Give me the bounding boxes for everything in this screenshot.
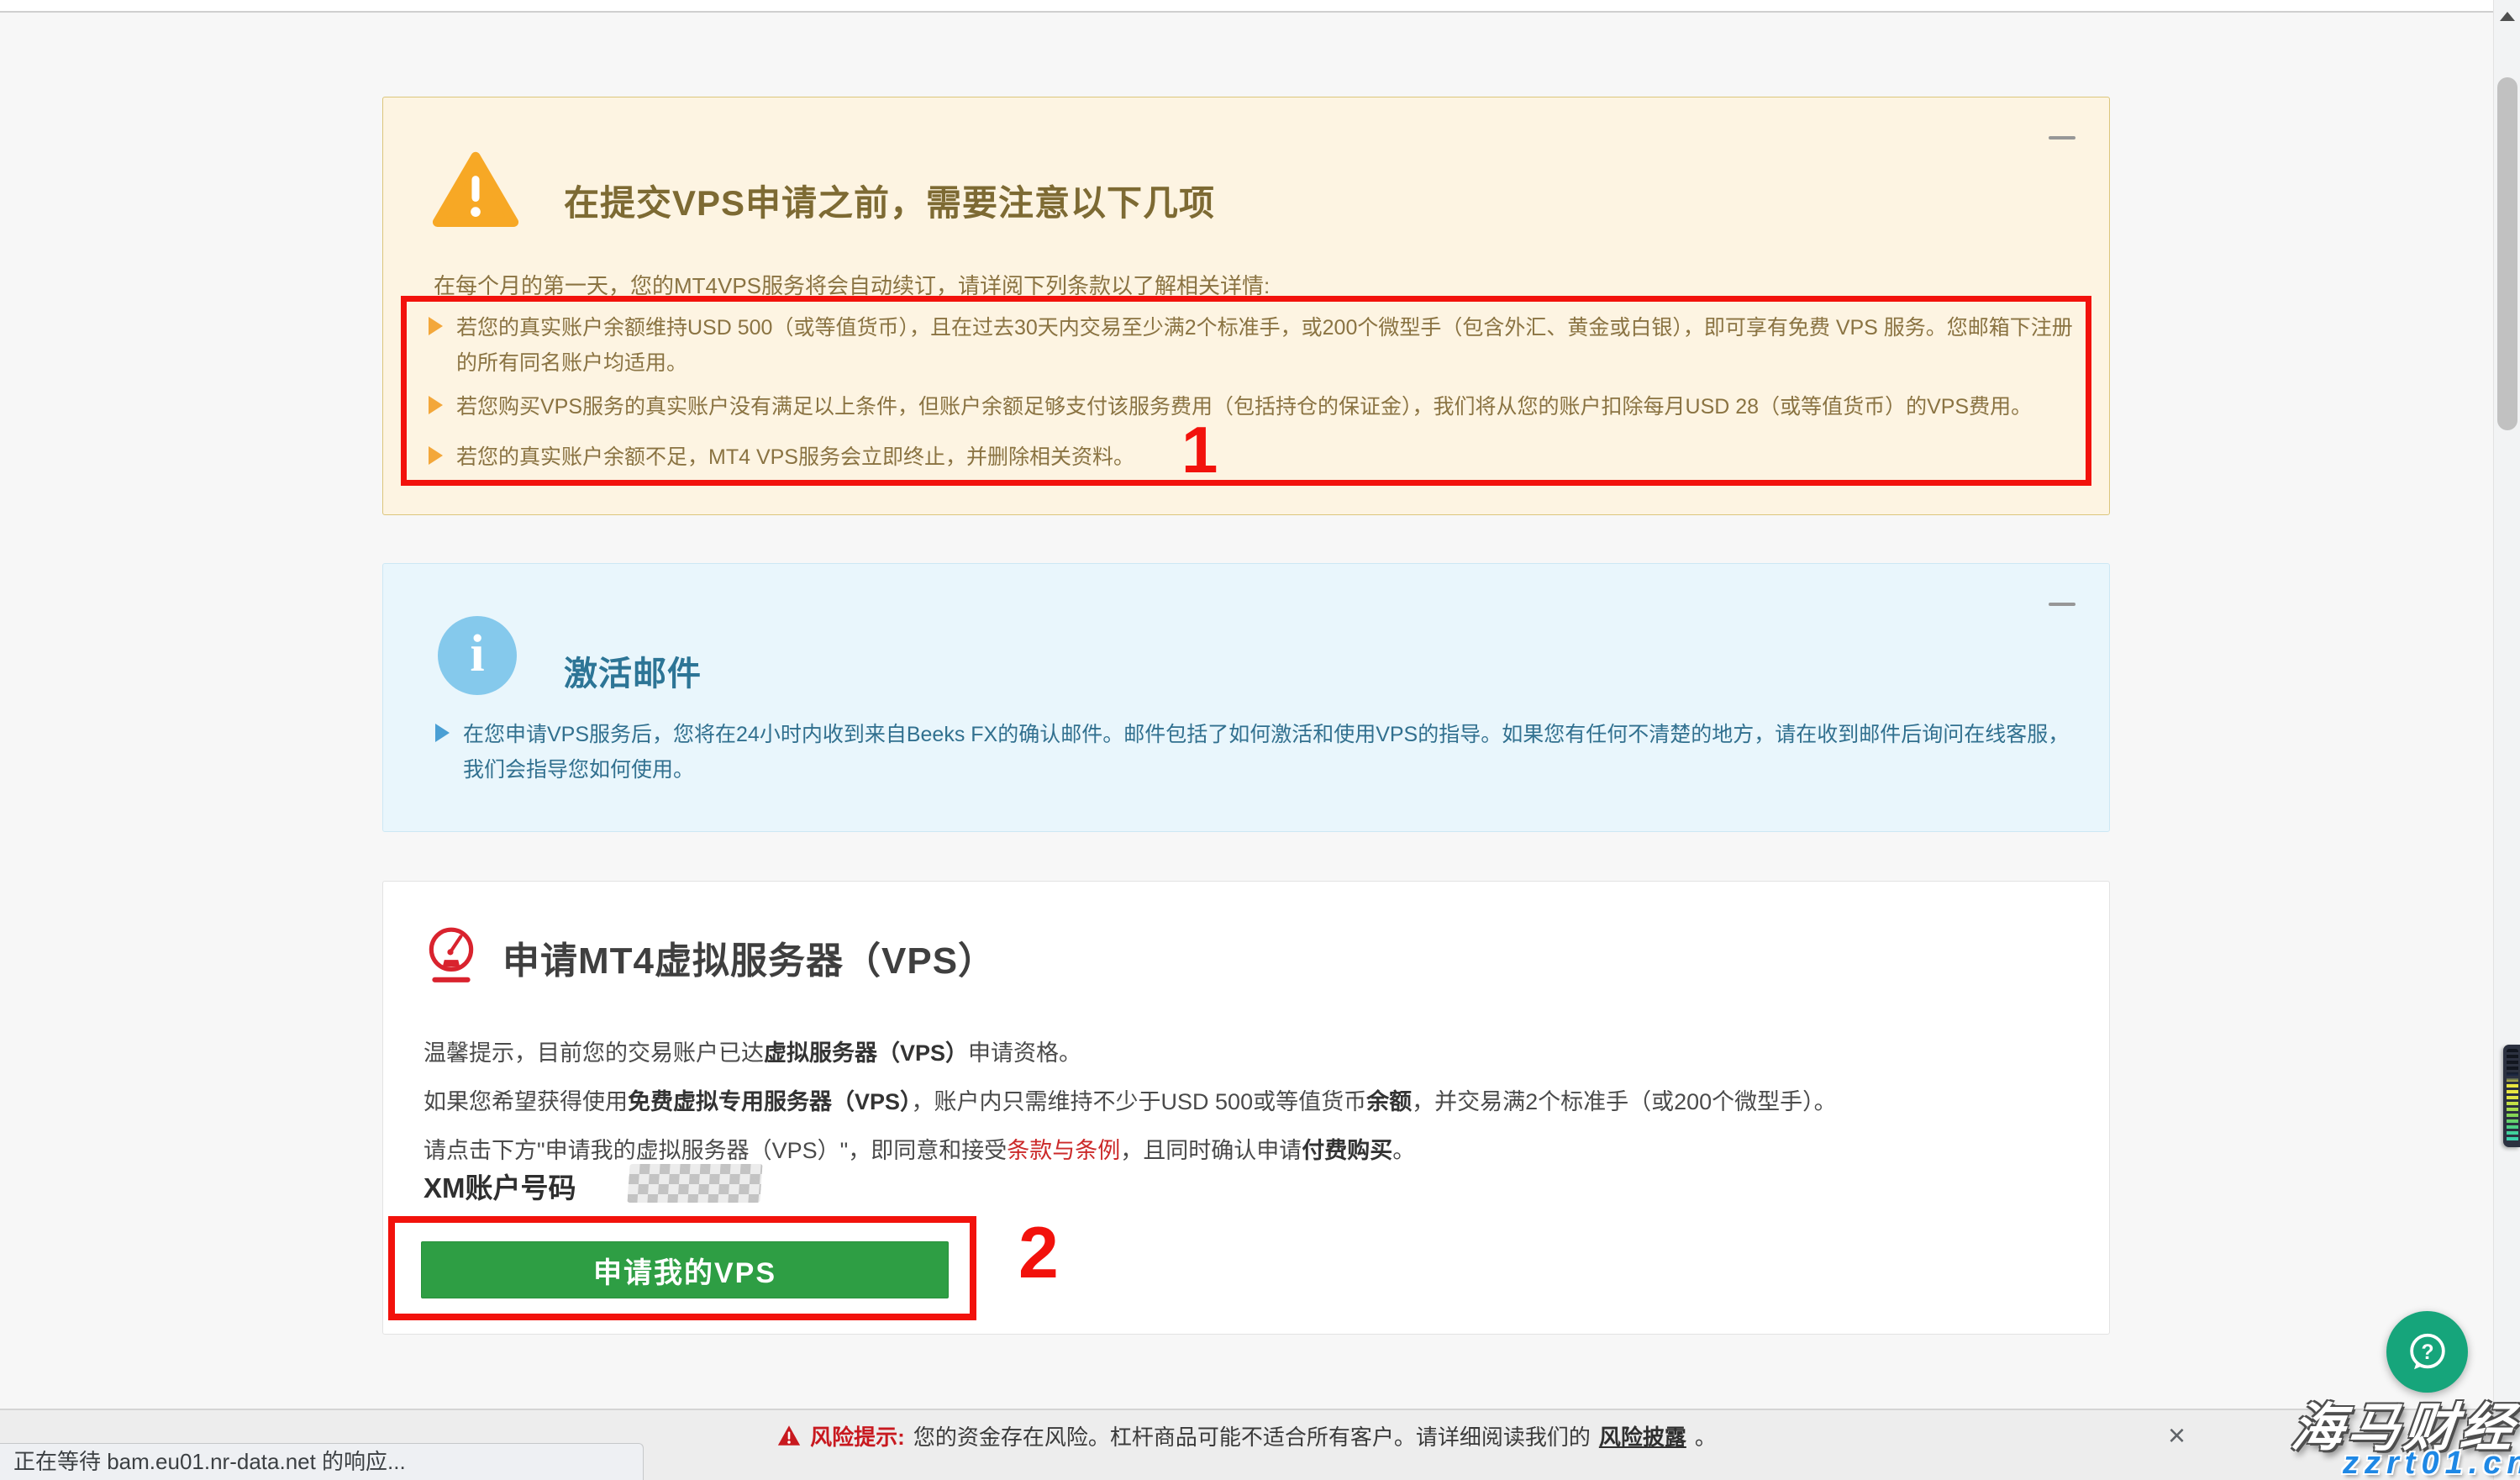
risk-text: 您的资金存在风险。杠杆商品可能不适合所有客户。请详细阅读我们的 xyxy=(913,1420,1591,1451)
list-item: 若您购买VPS服务的真实账户没有满足以上条件，但账户余额足够支付该服务费用（包括… xyxy=(429,389,2091,424)
question-bubble-icon: ? xyxy=(2403,1328,2452,1377)
text-segment: 温馨提示，目前您的交易账户已达 xyxy=(424,1040,764,1066)
apply-paragraph-3: 请点击下方"申请我的虚拟服务器（VPS）"，即同意和接受条款与条例，且同时确认申… xyxy=(424,1132,1415,1165)
annotation-number-2: 2 xyxy=(1018,1217,1059,1289)
warning-triangle-icon xyxy=(432,151,519,234)
activation-email-panel: i 激活邮件 在您申请VPS服务后，您将在24小时内收到来自Beeks FX的确… xyxy=(382,563,2110,832)
annotation-box-1: 若您的真实账户余额维持USD 500（或等值货币），且在过去30天内交易至少满2… xyxy=(401,296,2091,486)
browser-status-bar: 正在等待 bam.eu01.nr-data.net 的响应... xyxy=(0,1443,644,1480)
scrollbar-thumb[interactable] xyxy=(2497,77,2517,430)
apply-paragraph-2: 如果您希望获得使用免费虚拟专用服务器（VPS），账户内只需维持不少于USD 50… xyxy=(424,1083,1837,1116)
text-segment: 如果您希望获得使用 xyxy=(424,1089,628,1114)
text-segment: 。 xyxy=(1392,1138,1415,1163)
account-number-redacted xyxy=(627,1164,762,1203)
list-item: 若您的真实账户余额维持USD 500（或等值货币），且在过去30天内交易至少满2… xyxy=(429,310,2091,381)
color-stripes-icon xyxy=(2507,1049,2518,1143)
page: 在提交VPS申请之前，需要注意以下几项 在每个月的第一天，您的MT4VPS服务将… xyxy=(0,0,2520,1480)
text-segment: ，且同时确认申请 xyxy=(1120,1138,1302,1163)
apply-paragraph-1: 温馨提示，目前您的交易账户已达虚拟服务器（VPS）申请资格。 xyxy=(424,1035,1081,1067)
bullet-arrow-icon xyxy=(429,317,443,335)
account-number-row: XM账户号码 xyxy=(424,1166,576,1206)
browser-chrome-edge xyxy=(0,0,2493,13)
svg-text:?: ? xyxy=(2421,1340,2433,1363)
watermark-site-url: zzrt01.cn xyxy=(2343,1446,2520,1480)
text-segment: ，并交易满2个标准手（或200个微型手）。 xyxy=(1412,1089,1837,1114)
scrollbar[interactable] xyxy=(2493,0,2520,1480)
text-segment-bold: 虚拟服务器（VPS） xyxy=(764,1040,968,1066)
bullet-arrow-icon xyxy=(429,396,443,414)
info-icon: i xyxy=(438,616,517,695)
info-title: 激活邮件 xyxy=(564,646,702,695)
bullet-text: 若您的真实账户余额不足，MT4 VPS服务会立即终止，并删除相关资料。 xyxy=(456,440,2091,475)
bullet-arrow-icon xyxy=(429,446,443,465)
risk-label: 风险提示: xyxy=(810,1420,905,1451)
list-item: 若您的真实账户余额不足，MT4 VPS服务会立即终止，并删除相关资料。 xyxy=(429,440,2091,475)
gauge-icon xyxy=(424,925,479,990)
text-segment: 请点击下方"申请我的虚拟服务器（VPS）"，即同意和接受 xyxy=(424,1138,1007,1163)
text-segment-bold: 余额 xyxy=(1366,1089,1412,1114)
collapse-icon[interactable] xyxy=(2049,603,2075,606)
vps-notice-panel: 在提交VPS申请之前，需要注意以下几项 在每个月的第一天，您的MT4VPS服务将… xyxy=(382,97,2110,515)
risk-suffix: 。 xyxy=(1695,1420,1717,1451)
risk-triangle-icon xyxy=(776,1424,802,1447)
bullet-text: 若您的真实账户余额维持USD 500（或等值货币），且在过去30天内交易至少满2… xyxy=(456,310,2091,381)
apply-vps-panel: 申请MT4虚拟服务器（VPS） 温馨提示，目前您的交易账户已达虚拟服务器（VPS… xyxy=(382,881,2110,1335)
text-segment-bold: 付费购买 xyxy=(1302,1138,1392,1163)
text-segment: ，账户内只需维持不少于USD 500或等值货币 xyxy=(912,1089,1367,1114)
warning-title: 在提交VPS申请之前，需要注意以下几项 xyxy=(564,175,1215,226)
apply-vps-button[interactable]: 申请我的VPS xyxy=(421,1241,949,1298)
text-segment-bold: 免费虚拟专用服务器（VPS） xyxy=(628,1089,912,1114)
bullet-text: 若您购买VPS服务的真实账户没有满足以上条件，但账户余额足够支付该服务费用（包括… xyxy=(456,389,2091,424)
extension-side-widget[interactable] xyxy=(2503,1045,2520,1147)
bullet-arrow-icon xyxy=(435,724,450,742)
terms-link[interactable]: 条款与条例 xyxy=(1007,1138,1120,1163)
info-body: 在您申请VPS服务后，您将在24小时内收到来自Beeks FX的确认邮件。邮件包… xyxy=(463,717,2081,787)
help-button[interactable]: ? xyxy=(2386,1311,2468,1393)
account-number-label: XM账户号码 xyxy=(424,1172,576,1203)
list-item: 在您申请VPS服务后，您将在24小时内收到来自Beeks FX的确认邮件。邮件包… xyxy=(435,717,2081,787)
collapse-icon[interactable] xyxy=(2049,136,2075,140)
annotation-number-1: 1 xyxy=(1181,417,1218,482)
close-icon[interactable]: × xyxy=(2168,1420,2186,1451)
apply-title: 申请MT4虚拟服务器（VPS） xyxy=(502,930,996,984)
scrollbar-up-icon[interactable] xyxy=(2500,12,2515,21)
text-segment: 申请资格。 xyxy=(968,1040,1081,1066)
risk-disclosure-link[interactable]: 风险披露 xyxy=(1599,1420,1686,1451)
